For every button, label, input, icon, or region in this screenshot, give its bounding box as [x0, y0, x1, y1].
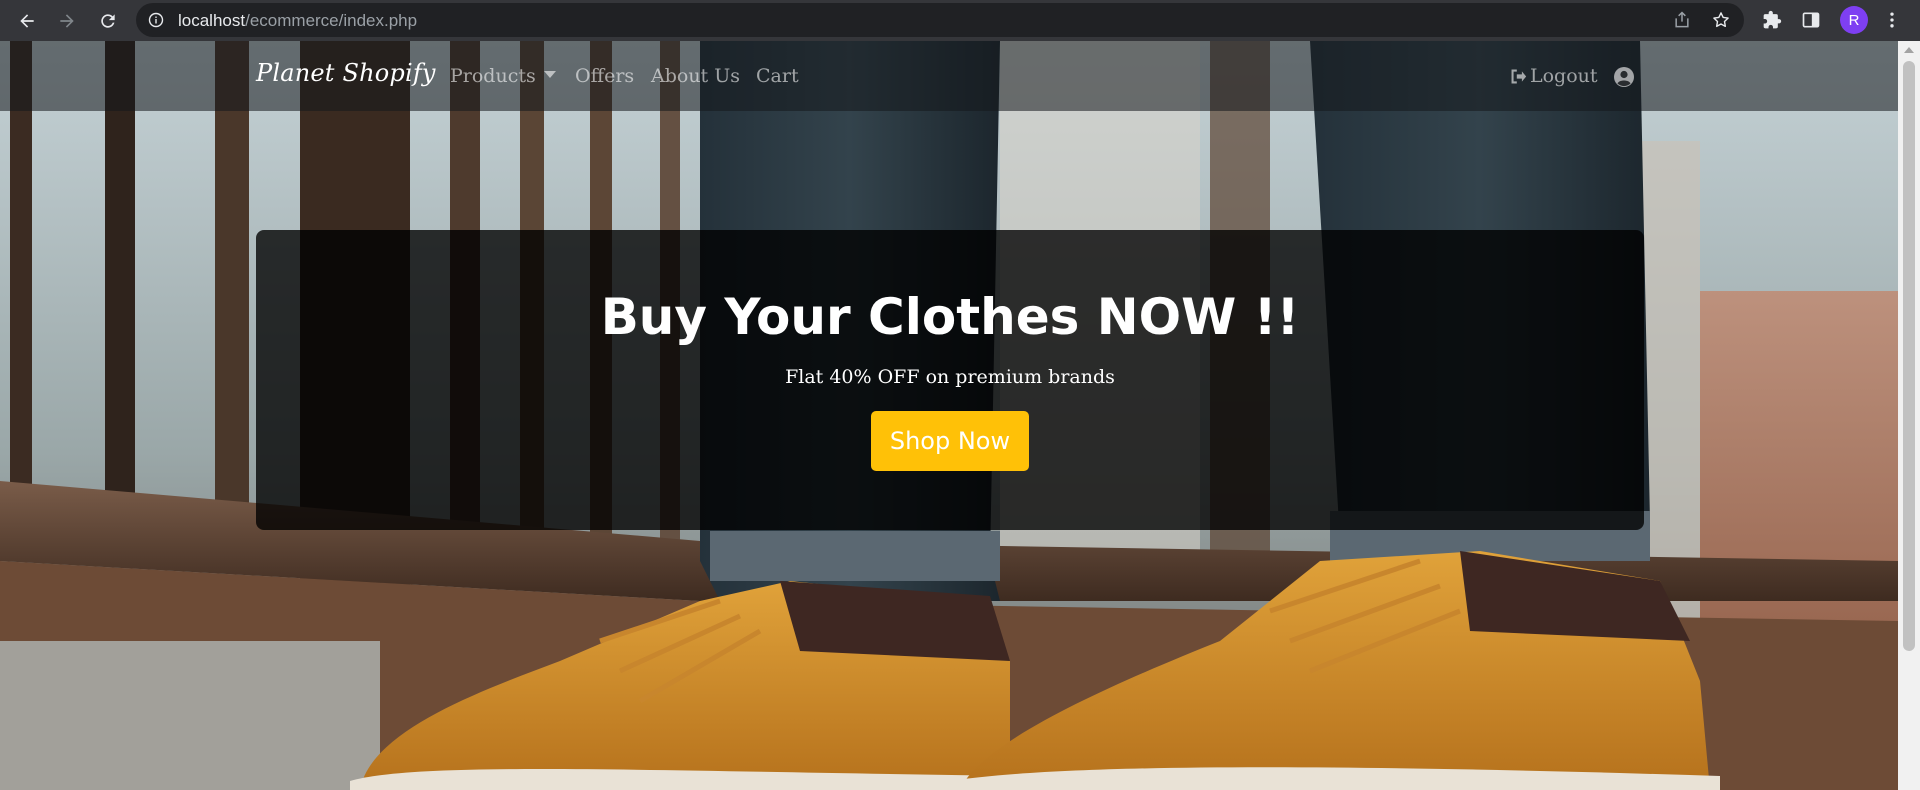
nav-about-link[interactable]: About Us [651, 65, 740, 87]
scrollbar-thumb[interactable] [1903, 61, 1915, 651]
reload-icon[interactable] [93, 6, 123, 36]
logout-link[interactable]: Logout [1510, 65, 1598, 87]
share-icon[interactable] [1672, 10, 1692, 30]
nav-products-label: Products [450, 65, 536, 87]
forward-icon[interactable] [52, 6, 82, 36]
nav-cart-link[interactable]: Cart [756, 65, 799, 87]
site-navbar: Planet Shopify Products Offers About Us … [0, 41, 1898, 111]
site-info-icon[interactable] [148, 12, 164, 28]
browser-toolbar: localhost/ecommerce/index.php R [0, 0, 1920, 41]
hero-title: Buy Your Clothes NOW !! [600, 288, 1300, 346]
user-account-icon[interactable] [1613, 66, 1635, 88]
shop-now-button[interactable]: Shop Now [871, 411, 1029, 471]
brand-logo[interactable]: Planet Shopify [256, 59, 436, 87]
page-scrollbar[interactable] [1898, 41, 1920, 790]
address-bar[interactable]: localhost/ecommerce/index.php [136, 3, 1744, 37]
hero-banner: Buy Your Clothes NOW !! Flat 40% OFF on … [256, 230, 1644, 530]
hero-subtitle: Flat 40% OFF on premium brands [785, 366, 1115, 388]
profile-avatar[interactable]: R [1840, 6, 1868, 34]
chevron-down-icon [543, 71, 556, 78]
page-viewport: Planet Shopify Products Offers About Us … [0, 41, 1898, 790]
nav-products-dropdown[interactable]: Products [450, 65, 556, 87]
extensions-icon[interactable] [1760, 8, 1784, 32]
nav-offers-link[interactable]: Offers [575, 65, 634, 87]
url-text[interactable]: localhost/ecommerce/index.php [178, 11, 417, 31]
scroll-up-icon[interactable] [1904, 47, 1914, 53]
menu-kebab-icon[interactable] [1880, 8, 1904, 32]
bookmark-star-icon[interactable] [1711, 10, 1731, 30]
logout-label: Logout [1530, 65, 1598, 87]
side-panel-icon[interactable] [1799, 8, 1823, 32]
back-icon[interactable] [12, 6, 42, 36]
sign-out-icon [1511, 69, 1527, 83]
